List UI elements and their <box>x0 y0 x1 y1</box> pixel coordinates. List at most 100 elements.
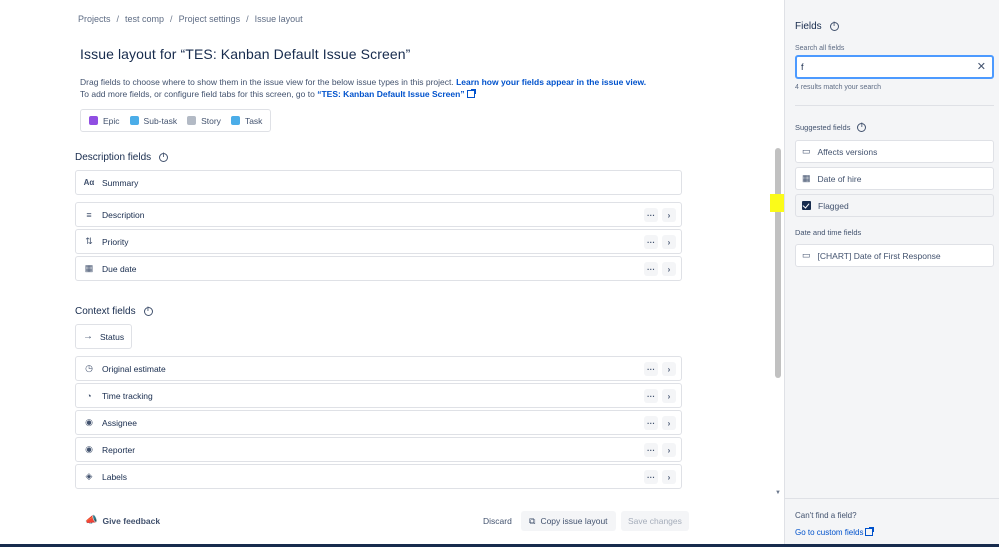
subtask-icon <box>129 116 139 125</box>
issue-type-story: Story <box>187 116 221 126</box>
section-title: Description fields <box>75 152 152 163</box>
breadcrumb: Projects / test comp / Project settings … <box>78 14 303 24</box>
suggested-fields-heading: Suggested fields <box>795 123 867 132</box>
chevron-right-icon[interactable]: › <box>662 416 676 430</box>
field-description[interactable]: ≡ Description ··· › <box>75 202 682 227</box>
more-actions-button[interactable]: ··· <box>644 262 658 276</box>
field-priority[interactable]: ⇅ Priority ··· › <box>75 229 682 254</box>
field-time-tracking[interactable]: ◔ Time tracking ··· › <box>75 383 682 408</box>
suggested-field-date-of-hire[interactable]: ▦ Date of hire <box>795 167 994 190</box>
issue-types-list: Epic Sub-task Story Task <box>80 109 272 132</box>
version-icon: ▭ <box>802 250 811 260</box>
datetime-fields-heading: Date and time fields <box>795 228 862 237</box>
feedback-label: Give feedback <box>102 515 161 526</box>
divider <box>785 498 999 499</box>
chevron-right-icon[interactable]: › <box>662 389 676 403</box>
epic-icon <box>89 116 98 125</box>
more-actions-button[interactable]: ··· <box>644 416 658 430</box>
chevron-right-icon[interactable]: › <box>662 443 676 457</box>
field-labels[interactable]: ◈ Labels ··· › <box>75 464 682 489</box>
field-label: Flagged <box>818 200 849 211</box>
page-title: Issue layout for “TES: Kanban Default Is… <box>80 46 411 62</box>
field-label: Assignee <box>102 417 137 428</box>
field-label: Priority <box>102 236 129 247</box>
clock-icon: ◷ <box>85 363 93 373</box>
more-actions-button[interactable]: ··· <box>644 362 658 376</box>
more-actions-button[interactable]: ··· <box>644 443 658 457</box>
issue-type-subtask: Sub-task <box>129 116 177 126</box>
datetime-field-first-response[interactable]: ▭ [CHART] Date of First Response <box>795 244 994 267</box>
chevron-right-icon[interactable]: › <box>662 208 676 222</box>
scroll-down-arrow-icon[interactable]: ▼ <box>775 490 781 496</box>
more-actions-button[interactable]: ··· <box>644 235 658 249</box>
calendar-icon: ▦ <box>802 173 811 183</box>
panel-title: Fields <box>795 21 839 32</box>
priority-arrows-icon: ⇅ <box>85 236 93 246</box>
paragraph-icon: ≡ <box>86 209 92 220</box>
issue-type-label: Epic <box>103 115 120 126</box>
sub-title-text: Suggested fields <box>795 123 851 132</box>
save-changes-button[interactable]: Save changes <box>621 511 689 531</box>
fields-panel: Fields Search all fields f ✕ 4 results m… <box>784 0 999 547</box>
external-link-icon <box>865 527 875 536</box>
chevron-right-icon[interactable]: › <box>662 235 676 249</box>
field-due-date[interactable]: ▦ Due date ··· › <box>75 256 682 281</box>
info-icon[interactable] <box>829 22 839 31</box>
divider <box>795 105 994 106</box>
field-original-estimate[interactable]: ◷ Original estimate ··· › <box>75 356 682 381</box>
breadcrumb-issue-layout: Issue layout <box>254 14 303 24</box>
field-status[interactable]: → Status <box>75 324 132 349</box>
breadcrumb-separator: / <box>170 14 173 24</box>
copy-layout-button[interactable]: ⧉ Copy issue layout <box>521 511 616 531</box>
breadcrumb-separator: / <box>246 14 249 24</box>
discard-button[interactable]: Discard <box>483 516 512 526</box>
breadcrumb-test-comp[interactable]: test comp <box>125 14 164 24</box>
field-label: Labels <box>102 471 128 482</box>
external-link-icon <box>466 89 476 98</box>
more-actions-button[interactable]: ··· <box>644 208 658 222</box>
info-icon[interactable] <box>143 307 153 316</box>
field-assignee[interactable]: ◉ Assignee ··· › <box>75 410 682 435</box>
chevron-right-icon[interactable]: › <box>662 362 676 376</box>
story-icon <box>187 116 197 125</box>
clear-search-icon[interactable]: ✕ <box>977 60 986 73</box>
arrow-right-icon: → <box>83 331 93 342</box>
screen-link[interactable]: “TES: Kanban Default Issue Screen” <box>317 89 464 99</box>
search-fields-input[interactable]: f ✕ <box>795 55 994 79</box>
field-label: Date of hire <box>817 173 862 184</box>
person-icon: ◉ <box>85 444 93 454</box>
description-line2: To add more fields, or configure field t… <box>80 89 315 99</box>
field-reporter[interactable]: ◉ Reporter ··· › <box>75 437 682 462</box>
more-actions-button[interactable]: ··· <box>644 470 658 484</box>
page-description: Drag fields to choose where to show them… <box>80 76 700 100</box>
calendar-icon: ▦ <box>84 263 94 273</box>
cant-find-text: Can't find a field? <box>795 511 857 520</box>
footer-bar: 📣 Give feedback Discard ⧉ Copy issue lay… <box>0 506 772 536</box>
field-summary[interactable]: Aα Summary <box>75 170 682 195</box>
breadcrumb-project-settings[interactable]: Project settings <box>179 14 241 24</box>
search-value: f <box>801 62 804 72</box>
field-label: [CHART] Date of First Response <box>817 250 941 261</box>
suggested-field-flagged[interactable]: Flagged <box>795 194 994 217</box>
field-label: Summary <box>102 177 139 188</box>
panel-title-text: Fields <box>795 21 822 32</box>
breadcrumb-projects[interactable]: Projects <box>78 14 111 24</box>
stopwatch-icon: ◔ <box>86 390 92 401</box>
text-format-icon: Aα <box>83 178 95 187</box>
copy-label: Copy issue layout <box>540 516 608 526</box>
description-line1: Drag fields to choose where to show them… <box>80 77 454 87</box>
checkbox-icon <box>802 201 811 210</box>
suggested-field-affects-versions[interactable]: ▭ Affects versions <box>795 140 994 163</box>
custom-fields-link[interactable]: Go to custom fields <box>795 527 875 537</box>
version-icon: ▭ <box>802 146 811 156</box>
search-label: Search all fields <box>795 45 845 52</box>
learn-fields-link[interactable]: Learn how your fields appear in the issu… <box>456 77 646 87</box>
info-icon[interactable] <box>857 123 867 132</box>
field-label: Time tracking <box>102 390 153 401</box>
chevron-right-icon[interactable]: › <box>662 470 676 484</box>
more-actions-button[interactable]: ··· <box>644 389 658 403</box>
give-feedback-button[interactable]: 📣 Give feedback <box>85 515 160 526</box>
chevron-right-icon[interactable]: › <box>662 262 676 276</box>
info-icon[interactable] <box>159 153 169 162</box>
scrollbar-thumb[interactable] <box>775 148 781 378</box>
